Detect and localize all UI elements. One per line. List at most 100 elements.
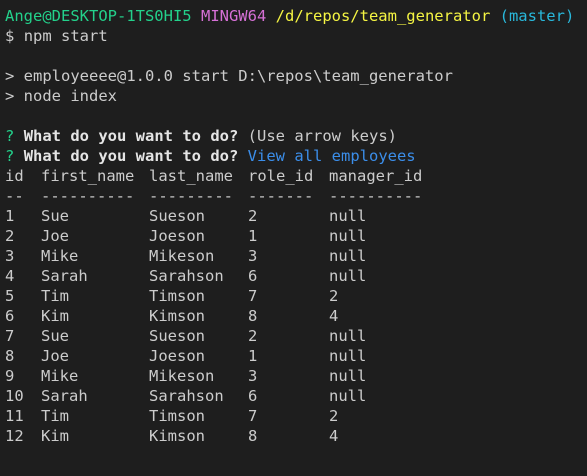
table-cell: null bbox=[329, 247, 367, 265]
table-cell: Kimson bbox=[149, 307, 205, 325]
employee-table: id first_name last_name role_id manager_id --… bbox=[5, 166, 587, 446]
table-cell: 3 bbox=[5, 247, 15, 265]
table-separator-row-cell: --------- bbox=[149, 187, 233, 205]
question-text: What do you want to do? bbox=[23, 147, 239, 165]
table-row: 8 Joe Joeson 1 null bbox=[5, 346, 587, 366]
question-mark-icon: ? bbox=[5, 127, 15, 145]
table-separator-row-cell: ---------- bbox=[41, 187, 135, 205]
table-cell: Mikeson bbox=[149, 247, 215, 265]
table-row: 2 Joe Joeson 1 null bbox=[5, 226, 587, 246]
table-cell: null bbox=[329, 387, 367, 405]
table-cell: 1 bbox=[248, 227, 258, 245]
prompt-path: /d/repos/team_generator bbox=[275, 7, 491, 25]
table-cell: 7 bbox=[248, 407, 258, 425]
table-row: 4 Sarah Sarahson 6 null bbox=[5, 266, 587, 286]
table-cell: 11 bbox=[5, 407, 24, 425]
table-cell: 4 bbox=[329, 427, 339, 445]
table-cell: 5 bbox=[5, 287, 15, 305]
table-row: 5 Tim Timson 7 2 bbox=[5, 286, 587, 306]
table-cell: Sue bbox=[41, 207, 69, 225]
table-cell: 2 bbox=[248, 207, 258, 225]
table-header-row-cell: last_name bbox=[149, 167, 233, 185]
table-cell: null bbox=[329, 327, 367, 345]
table-cell: null bbox=[329, 207, 367, 225]
table-cell: 8 bbox=[248, 307, 258, 325]
table-cell: Mikeson bbox=[149, 367, 215, 385]
table-cell: Sarahson bbox=[149, 267, 224, 285]
table-cell: 12 bbox=[5, 427, 24, 445]
table-cell: Sueson bbox=[149, 327, 205, 345]
table-cell: 4 bbox=[5, 267, 15, 285]
table-cell: 2 bbox=[329, 407, 339, 425]
table-cell: Joeson bbox=[149, 347, 205, 365]
table-cell: null bbox=[329, 367, 367, 385]
npm-output-line: > employeeee@1.0.0 start D:\repos\team_g… bbox=[5, 67, 453, 85]
table-header-row-cell: first_name bbox=[41, 167, 135, 185]
table-cell: 2 bbox=[329, 287, 339, 305]
table-cell: 8 bbox=[5, 347, 15, 365]
table-cell: 4 bbox=[329, 307, 339, 325]
table-cell: 9 bbox=[5, 367, 15, 385]
npm-output-line: > node index bbox=[5, 87, 117, 105]
table-cell: Tim bbox=[41, 407, 69, 425]
shell-prompt-line: Ange@DESKTOP-1TS0HI5 MINGW64 /d/repos/te… bbox=[5, 6, 587, 26]
inquirer-question-line: ? What do you want to do? (Use arrow key… bbox=[5, 126, 587, 146]
table-row: 12 Kim Kimson 8 4 bbox=[5, 426, 587, 446]
table-cell: 2 bbox=[248, 327, 258, 345]
table-cell: Kimson bbox=[149, 427, 205, 445]
table-cell: Sarah bbox=[41, 267, 88, 285]
table-cell: 6 bbox=[248, 387, 258, 405]
table-row: 11 Tim Timson 7 2 bbox=[5, 406, 587, 426]
table-row: 3 Mike Mikeson 3 null bbox=[5, 246, 587, 266]
table-header-row-cell: id bbox=[5, 167, 24, 185]
table-header-row-cell: manager_id bbox=[329, 167, 423, 185]
table-cell: null bbox=[329, 227, 367, 245]
table-row: 1 Sue Sueson 2 null bbox=[5, 206, 587, 226]
table-cell: Mike bbox=[41, 367, 79, 385]
table-cell: Timson bbox=[149, 407, 205, 425]
table-row: 6 Kim Kimson 8 4 bbox=[5, 306, 587, 326]
table-row: 10 Sarah Sarahson 6 null bbox=[5, 386, 587, 406]
table-cell: null bbox=[329, 347, 367, 365]
table-cell: Sue bbox=[41, 327, 69, 345]
table-cell: 1 bbox=[5, 207, 15, 225]
table-cell: Joe bbox=[41, 347, 69, 365]
table-cell: 1 bbox=[248, 347, 258, 365]
table-cell: Timson bbox=[149, 287, 205, 305]
question-hint: (Use arrow keys) bbox=[247, 127, 397, 145]
table-cell: 8 bbox=[248, 427, 258, 445]
prompt-shell: MINGW64 bbox=[200, 7, 267, 25]
table-cell: 6 bbox=[5, 307, 15, 325]
table-cell: 3 bbox=[248, 247, 258, 265]
table-cell: Mike bbox=[41, 247, 79, 265]
table-cell: 2 bbox=[5, 227, 15, 245]
table-cell: Sueson bbox=[149, 207, 205, 225]
table-row: 7 Sue Sueson 2 null bbox=[5, 326, 587, 346]
prompt-git-branch: (master) bbox=[499, 7, 575, 25]
terminal-output[interactable]: Ange@DESKTOP-1TS0HI5 MINGW64 /d/repos/te… bbox=[0, 0, 587, 446]
table-header-row: id first_name last_name role_id manager_id bbox=[5, 166, 587, 186]
inquirer-question-line: ? What do you want to do? View all emplo… bbox=[5, 146, 587, 166]
table-cell: Kim bbox=[41, 427, 69, 445]
table-separator-row: -- ---------- --------- ------- ---------- bbox=[5, 186, 587, 206]
prompt-user-host: Ange@DESKTOP-1TS0HI5 bbox=[5, 7, 192, 25]
table-cell: 10 bbox=[5, 387, 24, 405]
prompt-symbol: $ bbox=[5, 27, 15, 45]
command-text: npm start bbox=[23, 27, 108, 45]
table-separator-row-cell: ---------- bbox=[329, 187, 423, 205]
table-cell: 7 bbox=[5, 327, 15, 345]
table-cell: null bbox=[329, 267, 367, 285]
command-line: $ npm start bbox=[5, 26, 587, 46]
question-answer: View all employees bbox=[247, 147, 416, 165]
table-header-row-cell: role_id bbox=[248, 167, 314, 185]
question-text: What do you want to do? bbox=[23, 127, 239, 145]
table-separator-row-cell: -- bbox=[5, 187, 24, 205]
table-cell: Sarah bbox=[41, 387, 88, 405]
table-cell: Joe bbox=[41, 227, 69, 245]
table-cell: 7 bbox=[248, 287, 258, 305]
table-cell: Kim bbox=[41, 307, 69, 325]
table-cell: 6 bbox=[248, 267, 258, 285]
table-cell: Sarahson bbox=[149, 387, 224, 405]
